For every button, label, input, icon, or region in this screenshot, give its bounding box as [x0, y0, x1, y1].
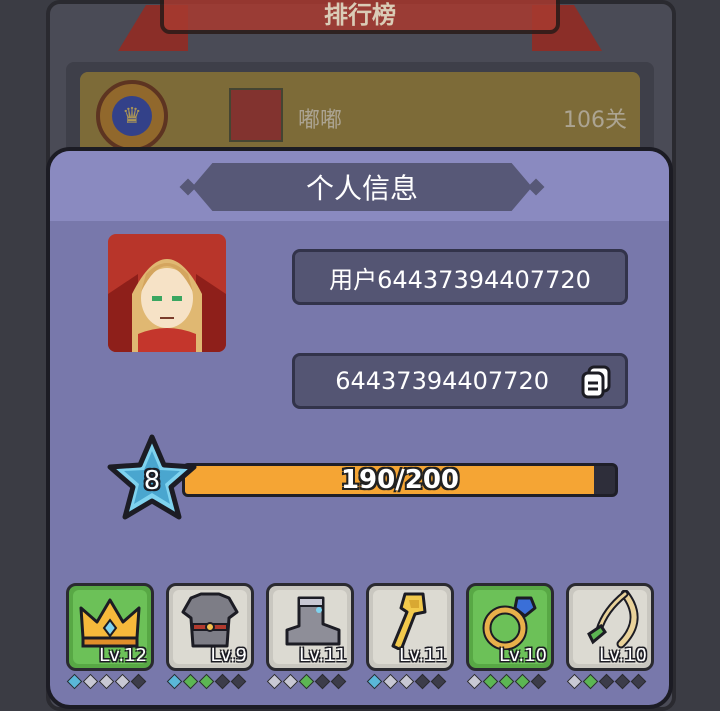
dialog-title: 个人信息	[192, 163, 532, 211]
gem-socket-dark	[230, 673, 247, 690]
gem-socket-empty	[82, 673, 99, 690]
gem-socket-dark	[614, 673, 631, 690]
equipment-gem-slots	[366, 673, 447, 690]
gem-socket-blue	[166, 673, 183, 690]
gem-socket-empty	[114, 673, 131, 690]
gem-socket-dark	[314, 673, 331, 690]
equipment-slot-whip[interactable]: Lv.10	[566, 583, 654, 671]
gem-socket-green	[298, 673, 315, 690]
gem-socket-empty	[566, 673, 583, 690]
profile-dialog: 个人信息 用户64437394407720 64437394407720 190…	[46, 147, 673, 709]
gem-socket-empty	[98, 673, 115, 690]
gem-socket-dark	[430, 673, 447, 690]
ring-icon	[482, 596, 537, 650]
player-avatar[interactable]	[108, 234, 226, 352]
gem-socket-green	[498, 673, 515, 690]
equipment-gem-slots	[466, 673, 547, 690]
equipment-level: Lv.10	[499, 645, 547, 666]
gem-socket-empty	[466, 673, 483, 690]
username-text: 用户64437394407720	[329, 265, 591, 294]
equipment-gem-slots	[66, 673, 147, 690]
gem-socket-blue	[66, 673, 83, 690]
equipment-level: Lv.11	[399, 645, 447, 666]
equipment-level: Lv.9	[210, 645, 247, 666]
gem-socket-green	[514, 673, 531, 690]
gem-socket-green	[482, 673, 499, 690]
copy-icon[interactable]	[579, 363, 615, 399]
gem-socket-dark	[130, 673, 147, 690]
user-id-text: 64437394407720	[335, 367, 549, 395]
experience-bar: 190/200	[182, 463, 618, 497]
staff-icon	[391, 592, 427, 650]
equipment-level: Lv.10	[599, 645, 647, 666]
gem-socket-dark	[214, 673, 231, 690]
equipment-level: Lv.11	[299, 645, 347, 666]
experience-text: 190/200	[340, 465, 460, 495]
equipment-gem-slots	[166, 673, 247, 690]
gem-socket-dark	[630, 673, 647, 690]
whip-icon	[587, 590, 639, 649]
gem-socket-blue	[366, 673, 383, 690]
gem-socket-green	[582, 673, 599, 690]
equipment-slot-crown[interactable]: Lv.12	[66, 583, 154, 671]
gem-socket-empty	[382, 673, 399, 690]
gem-socket-green	[198, 673, 215, 690]
gem-socket-empty	[266, 673, 283, 690]
gem-socket-dark	[530, 673, 547, 690]
username-field: 用户64437394407720	[292, 249, 628, 305]
gem-socket-empty	[398, 673, 415, 690]
boots-icon	[285, 596, 341, 646]
armor-icon	[181, 592, 239, 648]
equipment-level: Lv.12	[99, 645, 147, 666]
equipment-row: Lv.12 Lv.9 Lv.11 Lv.11 Lv.10 Lv.10	[66, 583, 662, 703]
crown-icon	[79, 598, 141, 648]
leaderboard-title: 排行榜	[160, 0, 560, 34]
user-id-field: 64437394407720	[292, 353, 628, 409]
equipment-gem-slots	[566, 673, 647, 690]
equipment-slot-boots[interactable]: Lv.11	[266, 583, 354, 671]
gem-socket-green	[182, 673, 199, 690]
equipment-slot-ring[interactable]: Lv.10	[466, 583, 554, 671]
equipment-slot-armor[interactable]: Lv.9	[166, 583, 254, 671]
gem-socket-dark	[598, 673, 615, 690]
equipment-gem-slots	[266, 673, 347, 690]
equipment-slot-staff[interactable]: Lv.11	[366, 583, 454, 671]
player-level-number: 8	[143, 466, 161, 496]
gem-socket-dark	[414, 673, 431, 690]
gem-socket-empty	[282, 673, 299, 690]
gem-socket-dark	[330, 673, 347, 690]
